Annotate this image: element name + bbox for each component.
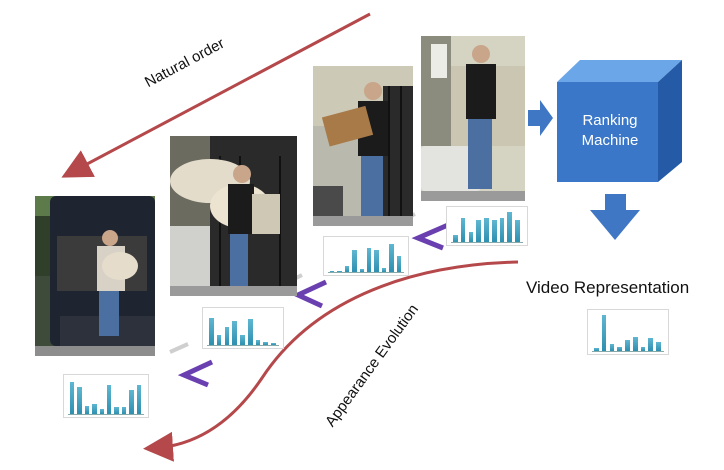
histogram-bar [107, 385, 112, 414]
histogram-bar [625, 340, 630, 351]
histogram-axis [68, 414, 144, 415]
histogram-bar [381, 267, 387, 272]
histogram-bar [337, 270, 342, 272]
chevron-arrow-icon [411, 222, 449, 251]
histogram-bar [609, 343, 615, 351]
histogram-bar [656, 342, 661, 351]
frame-walking [421, 36, 525, 201]
histogram-bar [240, 335, 245, 345]
histogram-frame1 [63, 374, 149, 418]
histogram-bar [271, 343, 276, 345]
histogram-bar [247, 319, 253, 345]
frame-car-trunk [35, 196, 155, 356]
histogram-bar [374, 249, 379, 272]
histogram-bar [499, 218, 505, 242]
histogram-bar [77, 386, 82, 414]
flow-down-arrow-icon [590, 194, 640, 240]
histogram-axis [451, 242, 523, 243]
histogram-bar [255, 340, 261, 345]
histogram-axis [207, 345, 279, 346]
histogram-bar [632, 336, 638, 351]
histogram-bar [359, 269, 365, 272]
histogram-bar [92, 403, 97, 414]
histogram-bar [515, 219, 520, 242]
histogram-bar [594, 348, 599, 351]
histogram-bar [209, 317, 214, 345]
frame-carrying-fur [170, 136, 297, 296]
histogram-bar [484, 218, 489, 242]
histogram-bar [460, 218, 466, 242]
histogram-video-representation [587, 309, 669, 355]
histogram-bar [136, 385, 142, 414]
histogram-bar [84, 405, 90, 414]
histogram-bar [617, 347, 622, 351]
histogram-bar [491, 219, 497, 242]
histogram-bar [468, 231, 474, 242]
ranking-machine-label-line2: Machine [581, 132, 639, 149]
chevron-arrow-icon [177, 359, 214, 388]
histogram-bar [640, 347, 646, 351]
histogram-bar [70, 381, 75, 414]
histogram-bar [224, 327, 230, 345]
histogram-bar [99, 408, 105, 414]
histogram-bar [389, 243, 394, 272]
histogram-bar [601, 315, 607, 351]
histogram-axis [328, 272, 404, 273]
histogram-frame2 [202, 307, 284, 349]
histogram-bar [352, 249, 357, 272]
histogram-frame3 [323, 236, 409, 276]
histogram-axis [592, 351, 664, 352]
histogram-bar [330, 270, 335, 272]
histogram-frame4 [446, 206, 528, 246]
ghost-chevron-icon [169, 342, 189, 354]
histogram-bar [507, 212, 513, 242]
histogram-bar [367, 248, 372, 272]
histogram-bar [232, 321, 237, 345]
histogram-bar [263, 341, 269, 345]
histogram-bar [114, 407, 119, 414]
histogram-bar [648, 338, 654, 351]
histogram-bar [344, 266, 350, 272]
video-representation-label: Video Representation [526, 278, 690, 297]
histogram-bar [453, 234, 458, 242]
ranking-machine-label-line1: Ranking [582, 112, 638, 129]
histogram-bar [476, 219, 481, 242]
chevron-arrow-icon [292, 279, 328, 309]
histogram-bar [216, 335, 222, 345]
frame-carrying-box [313, 66, 413, 226]
flow-right-arrow-icon [528, 100, 553, 136]
histogram-bar [129, 390, 134, 414]
histogram-bar [121, 407, 127, 414]
histogram-bar [396, 255, 402, 272]
